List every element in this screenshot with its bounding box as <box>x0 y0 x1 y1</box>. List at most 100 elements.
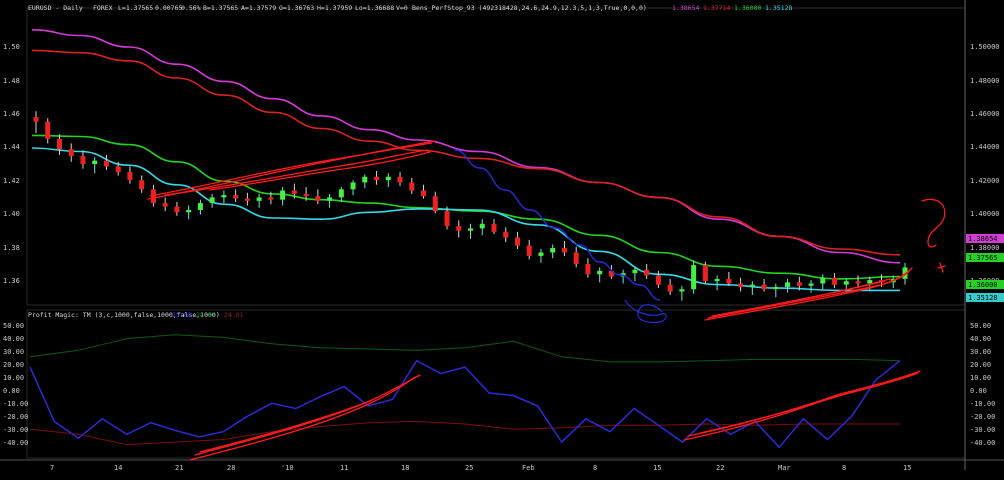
price-tick: 1.50 <box>3 43 20 51</box>
price-tick: 1.44000 <box>970 143 1000 151</box>
candle-body <box>362 176 368 183</box>
osc-tick: 20.00 <box>970 361 991 369</box>
candle-body <box>738 283 744 287</box>
trading-chart[interactable]: EURUSD - Daily FOREX L=1.37565 0.00765 0… <box>0 0 1004 480</box>
date-tick: 7 <box>50 464 54 472</box>
candle-body <box>338 189 344 198</box>
candle-body <box>456 226 462 231</box>
price-tick: 1.38000 <box>970 244 1000 252</box>
candle-body <box>644 269 650 276</box>
osc-tick: 40.00 <box>970 335 991 343</box>
price-tag-label: 1.36000 <box>968 281 998 289</box>
candle-body <box>186 210 192 213</box>
candle-body <box>56 138 62 150</box>
candle-body <box>585 263 591 275</box>
volume-label: V=0 <box>396 4 408 12</box>
candle-body <box>832 277 838 285</box>
osc-tick: 10.00 <box>970 374 991 382</box>
date-tick: 8 <box>842 464 846 472</box>
candle-body <box>843 281 849 285</box>
candle-body <box>303 193 309 197</box>
osc-tick: 0.00 <box>3 387 20 395</box>
osc-tick: 40.00 <box>3 335 24 343</box>
date-tick: Mar <box>778 464 791 472</box>
candle-body <box>244 198 250 201</box>
candle-body <box>503 231 509 238</box>
date-tick: 14 <box>114 464 122 472</box>
price-tick: 1.40 <box>3 210 20 218</box>
osc-tick: -10.00 <box>970 400 995 408</box>
candle-body <box>256 197 262 201</box>
candle-body <box>68 149 74 157</box>
indicator-value-4: 1.35128 <box>765 4 792 12</box>
price-tick: 1.36 <box>3 277 20 285</box>
high-label: H=1.37959 <box>317 4 352 12</box>
date-tick: 25 <box>465 464 473 472</box>
candle-body <box>573 252 579 264</box>
candle-body <box>432 196 438 212</box>
bid-label: B=1.37565 <box>203 4 238 12</box>
candle-body <box>679 289 685 292</box>
candle-body <box>702 265 708 282</box>
candle-body <box>820 277 826 284</box>
price-tick: 1.42000 <box>970 177 1000 185</box>
candle-body <box>714 278 720 282</box>
ask-label: A=1.37579 <box>241 4 276 12</box>
osc-tick: -30.00 <box>970 426 995 434</box>
candle-body <box>268 197 274 200</box>
osc-tick: -30.00 <box>3 426 28 434</box>
indicator-value-2: 1.37714 <box>703 4 730 12</box>
price-tick: 1.42 <box>3 177 20 185</box>
date-tick: 15 <box>653 464 661 472</box>
candle-body <box>444 211 450 227</box>
price-tick: 1.44 <box>3 143 20 151</box>
candle-body <box>867 280 873 284</box>
osc-tick: 50.00 <box>970 322 991 330</box>
price-tick: 1.48 <box>3 77 20 85</box>
indicator-label: Bens_PerfStop_93 (492318428,24.6,24.9,12… <box>412 4 647 12</box>
price-tick: 1.46000 <box>970 110 1000 118</box>
candle-body <box>655 275 661 285</box>
candle-body <box>421 190 427 197</box>
date-tick: 8 <box>593 464 597 472</box>
candle-body <box>855 281 861 284</box>
candle-body <box>315 196 321 201</box>
candle-body <box>538 252 544 256</box>
candle-body <box>749 284 755 287</box>
date-tick: 15 <box>903 464 911 472</box>
oscillator-header: Profit Magic: TM (3,c,1000,false,1000,fa… <box>28 311 244 319</box>
candle-body <box>80 156 86 165</box>
candle-body <box>632 269 638 274</box>
change-label: 0.00765 <box>155 4 182 12</box>
change-pct-label: 0.56% <box>181 4 201 12</box>
source-label: FOREX <box>93 4 113 12</box>
candle-body <box>115 166 121 173</box>
open-label: O=1.36763 <box>279 4 314 12</box>
candle-body <box>92 160 98 165</box>
oscillator-value-1: 25.08 <box>172 311 192 319</box>
candle-body <box>45 121 51 139</box>
osc-tick: -20.00 <box>970 413 995 421</box>
price-tick: 1.38 <box>3 244 20 252</box>
candle-body <box>526 245 532 256</box>
candle-body <box>233 195 239 199</box>
candle-body <box>479 223 485 229</box>
osc-tick: -10.00 <box>3 400 28 408</box>
last-label: L=1.37565 <box>118 4 153 12</box>
candle-body <box>127 172 133 181</box>
date-tick: Feb <box>522 464 535 472</box>
osc-tick: 50.00 <box>3 322 24 330</box>
candle-body <box>174 206 180 213</box>
candle-body <box>726 278 732 284</box>
date-tick: 18 <box>401 464 409 472</box>
indicator-value-3: 1.36000 <box>734 4 761 12</box>
candle-body <box>280 190 286 200</box>
indicator-value-1: 1.38654 <box>672 4 699 12</box>
candle-body <box>197 203 203 211</box>
candle-body <box>796 282 802 286</box>
date-tick: 22 <box>716 464 724 472</box>
candle-body <box>103 160 109 167</box>
candle-body <box>374 176 380 181</box>
price-tick: 1.46 <box>3 110 20 118</box>
osc-tick: 30.00 <box>970 348 991 356</box>
